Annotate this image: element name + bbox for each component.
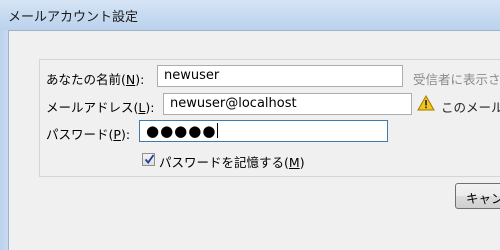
name-label: あなたの名前(N): [46,72,145,87]
window-frame-left [0,30,8,250]
email-input[interactable]: newuser@localhost [163,93,412,115]
email-warning-text: このメール [441,100,500,115]
title-bar[interactable]: メールアカウント設定 [0,0,500,30]
cancel-button-label: キャン [466,191,500,206]
remember-password-checkbox[interactable] [142,153,155,166]
dialog-content: あなたの名前(N): newuser 受信者に表示され メールアドレス(L): … [8,30,500,250]
password-accesskey: P [113,127,121,142]
window-title: メールアカウント設定 [8,10,139,25]
email-label: メールアドレス(L): [46,100,155,115]
remember-password-label[interactable]: パスワードを記憶する(M) [159,152,305,171]
name-accesskey: N [125,72,136,87]
password-input[interactable]: ●●●●● [139,120,388,142]
checkmark-icon [144,154,155,164]
warning-triangle-icon [417,95,435,111]
name-input-value: newuser [164,68,220,83]
name-hint: 受信者に表示され [413,72,500,87]
name-input[interactable]: newuser [157,65,403,87]
mail-account-setup-dialog: メールアカウント設定 あなたの名前(N): newuser 受信者に表示され メ… [0,0,500,250]
cancel-button[interactable]: キャン [455,183,500,209]
password-masked-value: ●●●●● [146,122,217,140]
text-caret [217,123,219,138]
remember-password-accesskey: M [288,155,300,170]
password-label: パスワード(P): [46,127,131,142]
email-input-value: newuser@localhost [170,96,297,111]
